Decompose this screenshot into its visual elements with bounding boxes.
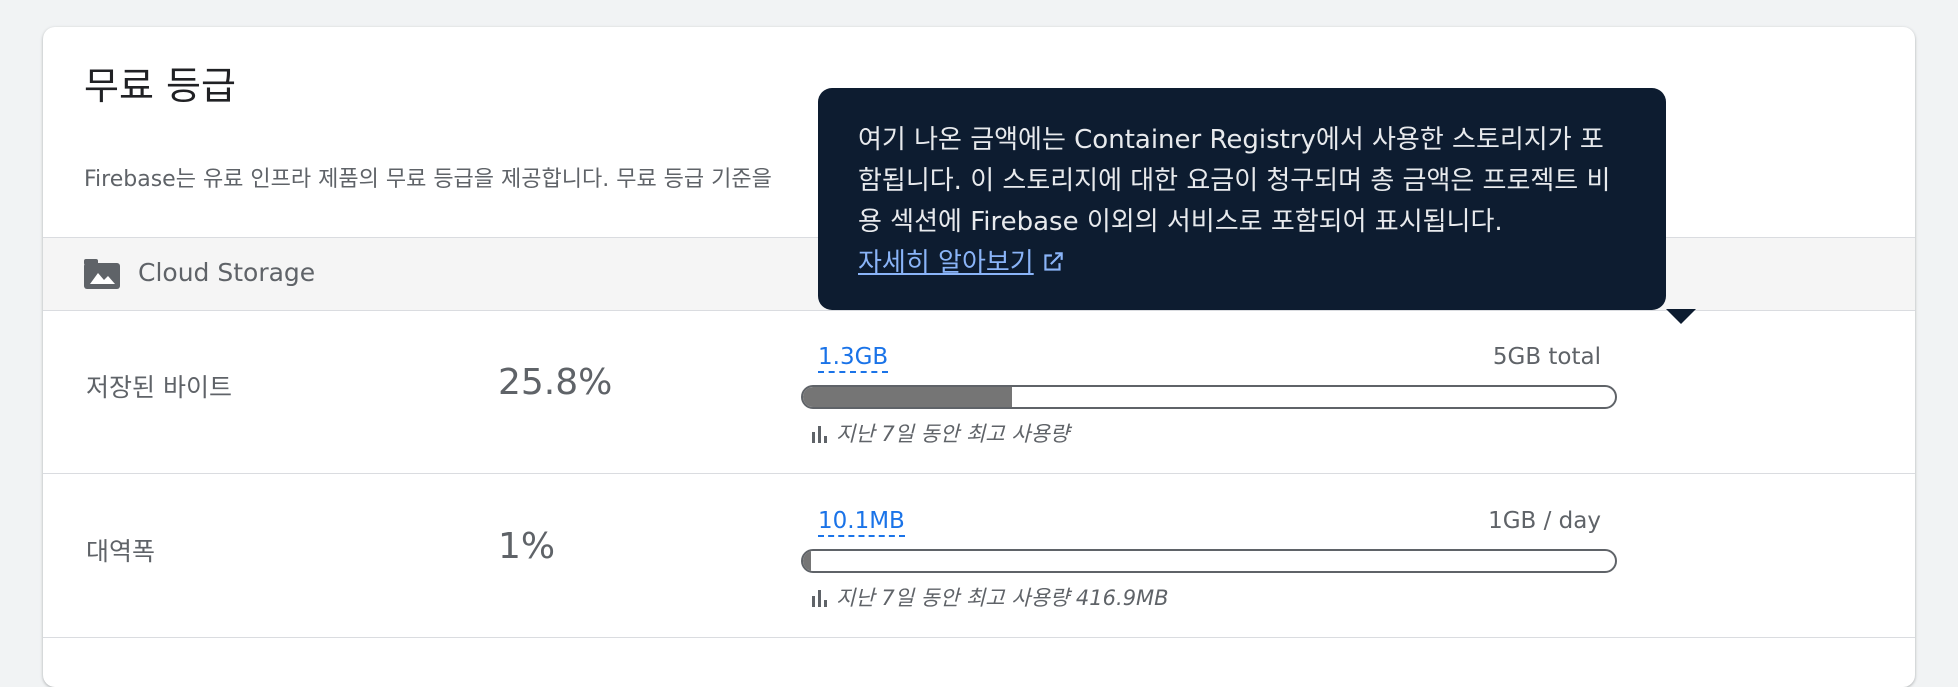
usage-value-link[interactable]: 10.1MB	[818, 510, 905, 537]
usage-progress-fill	[803, 387, 1013, 407]
usage-percent: 1%	[498, 526, 556, 567]
peak-usage-text: 지난 7일 동안 최고 사용량	[836, 422, 1070, 446]
bar-chart-icon	[812, 426, 827, 443]
usage-progress-fill	[803, 551, 812, 571]
learn-more-link[interactable]: 자세히 알아보기	[858, 243, 1066, 284]
tooltip-arrow	[1666, 309, 1696, 324]
peak-usage-note: 지난 7일 동안 최고 사용량	[810, 418, 1069, 448]
image-icon	[84, 259, 120, 289]
usage-progress-bar	[801, 549, 1617, 573]
usage-value-link[interactable]: 1.3GB	[818, 346, 889, 373]
peak-usage-text: 지난 7일 동안 최고 사용량 416.9MB	[836, 586, 1169, 610]
peak-usage-note: 지난 7일 동안 최고 사용량 416.9MB	[810, 582, 1169, 612]
usage-limit: 5GB total	[1492, 344, 1601, 370]
learn-more-label: 자세히 알아보기	[858, 248, 1034, 278]
usage-percent: 25.8%	[498, 362, 613, 403]
info-tooltip: 여기 나온 금액에는 Container Registry에서 사용한 스토리지…	[818, 88, 1696, 324]
page-title: 무료 등급	[84, 64, 236, 108]
open-in-new-icon	[1044, 252, 1063, 271]
usage-limit: 1GB / day	[1488, 508, 1601, 534]
row-label: 저장된 바이트	[86, 373, 232, 402]
tooltip-text: 여기 나온 금액에는 Container Registry에서 사용한 스토리지…	[858, 125, 1611, 237]
usage-row-bandwidth: 대역폭 1% 10.1MB 1GB / day 지난 7일 동안 최고 사용량 …	[43, 474, 1915, 638]
page-description: Firebase는 유료 인프라 제품의 무료 등급을 제공합니다. 무료 등급…	[84, 167, 772, 192]
usage-row-stored-bytes: 저장된 바이트 25.8% 1.3GB 5GB total 지난 7일 동안 최…	[43, 310, 1915, 474]
usage-progress-bar	[801, 385, 1617, 409]
row-label: 대역폭	[86, 537, 156, 566]
section-title: Cloud Storage	[138, 258, 316, 287]
bar-chart-icon	[812, 590, 827, 607]
